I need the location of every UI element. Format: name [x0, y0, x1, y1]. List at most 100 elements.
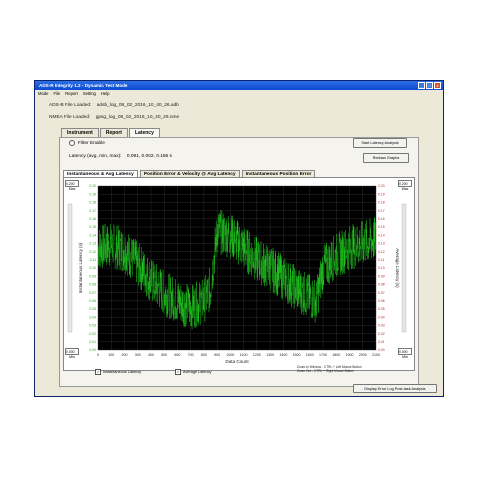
x-tick-label: 1000 — [226, 353, 234, 357]
y-tick-label-right: 0.09 — [378, 274, 385, 278]
right-max-control: Max — [398, 180, 412, 191]
left-min-control: Min — [65, 348, 79, 359]
y-axis-label-right: Average Latency (s) — [395, 248, 400, 288]
maximize-button[interactable]: □ — [426, 82, 433, 89]
right-slider-track — [401, 203, 407, 333]
left-max-label: Max — [68, 187, 76, 191]
filter-radio[interactable] — [69, 140, 75, 146]
instantaneous-checkbox-box[interactable]: ✓ — [95, 369, 101, 375]
menu-setting[interactable]: Setting — [83, 90, 96, 97]
zoom-instructions: Zoom-In Window - CTRL + Left Mouse Butto… — [297, 365, 362, 373]
x-tick-label: 600 — [174, 353, 180, 357]
close-button[interactable]: × — [434, 82, 441, 89]
x-tick-label: 1300 — [266, 353, 274, 357]
x-tick-label: 1900 — [346, 353, 354, 357]
y-tick-label-left: 0.01 — [89, 340, 96, 344]
y-tick-label-left: 0.10 — [89, 266, 96, 270]
chart-container: 0 100 200 300 400 500 600 700 800 900 1000 1100 1200… — [63, 177, 415, 371]
latency-chart: 0 100 200 300 400 500 600 700 800 900 1000 1100 1200… — [67, 184, 407, 364]
latency-value: 0.091, 0.002, 0.186 s — [126, 154, 172, 159]
average-checkbox-label: Average Latency — [183, 370, 212, 374]
y-tick-label-left: 0.00 — [89, 348, 96, 352]
y-tick-label-right: 0.08 — [378, 283, 385, 287]
y-tick-label-left: 0.09 — [89, 274, 96, 278]
x-tick-label: 100 — [108, 353, 114, 357]
y-tick-label-right: 0.19 — [378, 192, 385, 196]
y-tick-label-left: 0.12 — [89, 250, 96, 254]
y-tick-label-left: 0.11 — [90, 258, 96, 262]
right-min-label: Min — [402, 355, 408, 359]
y-tick-label-right: 0.14 — [378, 233, 385, 237]
x-axis-label: Data Count — [225, 359, 249, 364]
menu-bar: Mode File Report Setting Help — [35, 90, 443, 97]
zoom-out-note: Zoom Out - CTRL + Right Mouse Button — [297, 369, 354, 373]
y-tick-label-right: 0.12 — [378, 250, 385, 254]
y-tick-label-right: 0.02 — [378, 332, 385, 336]
y-tick-label-left: 0.02 — [89, 332, 96, 336]
window-title: ADS-R Integrity 1.2 - Dynamic Test Mode — [39, 83, 128, 88]
y-tick-label-left: 0.07 — [89, 291, 96, 295]
left-min-input[interactable] — [65, 348, 79, 355]
tab-report[interactable]: Report — [99, 128, 128, 137]
nmea-file-line: NMEA File Loaded: gpsg_log_08_02_2016_10… — [49, 115, 179, 120]
display-error-log-button[interactable]: Display Error Log Post-task Analysis — [353, 384, 437, 393]
y-tick-label-right: 0.01 — [378, 340, 385, 344]
y-tick-label-right: 0.00 — [378, 348, 385, 352]
instantaneous-latency-checkbox[interactable]: ✓ Instantaneous Latency — [95, 369, 141, 375]
left-max-control: Max — [65, 180, 79, 191]
latency-label: Latency (avg, min, max): — [69, 154, 122, 159]
tab-instrument[interactable]: Instrument — [61, 128, 99, 137]
left-min-label: Min — [69, 355, 75, 359]
y-tick-label-left: 0.19 — [89, 192, 96, 196]
y-tick-label-left: 0.17 — [89, 209, 96, 213]
redraw-graphs-button[interactable]: Redraw Graphs — [363, 153, 409, 163]
minimize-button[interactable]: _ — [418, 82, 425, 89]
y-tick-label-left: 0.14 — [89, 233, 96, 237]
left-slider-track — [67, 203, 73, 333]
x-tick-label: 1700 — [319, 353, 327, 357]
y-tick-label-left: 0.20 — [89, 184, 96, 188]
x-tick-label: 1100 — [240, 353, 248, 357]
menu-mode[interactable]: Mode — [38, 90, 48, 97]
y-tick-label-right: 0.18 — [378, 201, 385, 205]
x-tick-label: 1200 — [253, 353, 261, 357]
start-latency-analysis-button[interactable]: Start Latency Analysis — [353, 138, 407, 148]
left-max-input[interactable] — [65, 180, 79, 187]
menu-report[interactable]: Report — [65, 90, 78, 97]
title-bar: ADS-R Integrity 1.2 - Dynamic Test Mode … — [35, 81, 443, 90]
y-tick-label-right: 0.10 — [378, 266, 385, 270]
y-tick-label-left: 0.08 — [89, 283, 96, 287]
y-tick-label-right: 0.15 — [378, 225, 385, 229]
y-tick-label-left: 0.05 — [89, 307, 96, 311]
right-min-input[interactable] — [398, 348, 412, 355]
y-tick-label-left: 0.03 — [89, 324, 96, 328]
y-tick-label-left: 0.16 — [89, 217, 96, 221]
y-tick-label-right: 0.04 — [378, 315, 385, 319]
y-tick-label-right: 0.16 — [378, 217, 385, 221]
right-max-input[interactable] — [398, 180, 412, 187]
x-tick-label: 700 — [188, 353, 194, 357]
right-min-control: Min — [398, 348, 412, 359]
filter-label: Filter Enable — [78, 140, 105, 146]
menu-file[interactable]: File — [53, 90, 60, 97]
x-tick-label: 500 — [161, 353, 167, 357]
latency-stats: Latency (avg, min, max): 0.091, 0.002, 0… — [69, 154, 172, 159]
y-tick-label-right: 0.05 — [378, 307, 385, 311]
y-tick-label-left: 0.06 — [89, 299, 96, 303]
x-tick-label: 900 — [214, 353, 220, 357]
y-tick-label-right: 0.17 — [378, 209, 385, 213]
right-max-label: Max — [401, 187, 409, 191]
y-tick-label-right: 0.07 — [378, 291, 385, 295]
y-tick-label-right: 0.20 — [378, 184, 385, 188]
x-tick-label: 2100 — [372, 353, 380, 357]
x-tick-label: 1600 — [306, 353, 314, 357]
average-checkbox-box[interactable]: ✓ — [175, 369, 181, 375]
y-tick-label-right: 0.11 — [378, 258, 384, 262]
y-tick-label-right: 0.13 — [378, 242, 385, 246]
x-tick-label: 300 — [135, 353, 141, 357]
y-tick-label-left: 0.04 — [89, 315, 96, 319]
filter-enable[interactable]: Filter Enable — [69, 140, 105, 146]
menu-help[interactable]: Help — [101, 90, 110, 97]
nmea-file-label: NMEA File Loaded: — [49, 115, 91, 120]
average-latency-checkbox[interactable]: ✓ Average Latency — [175, 369, 211, 375]
